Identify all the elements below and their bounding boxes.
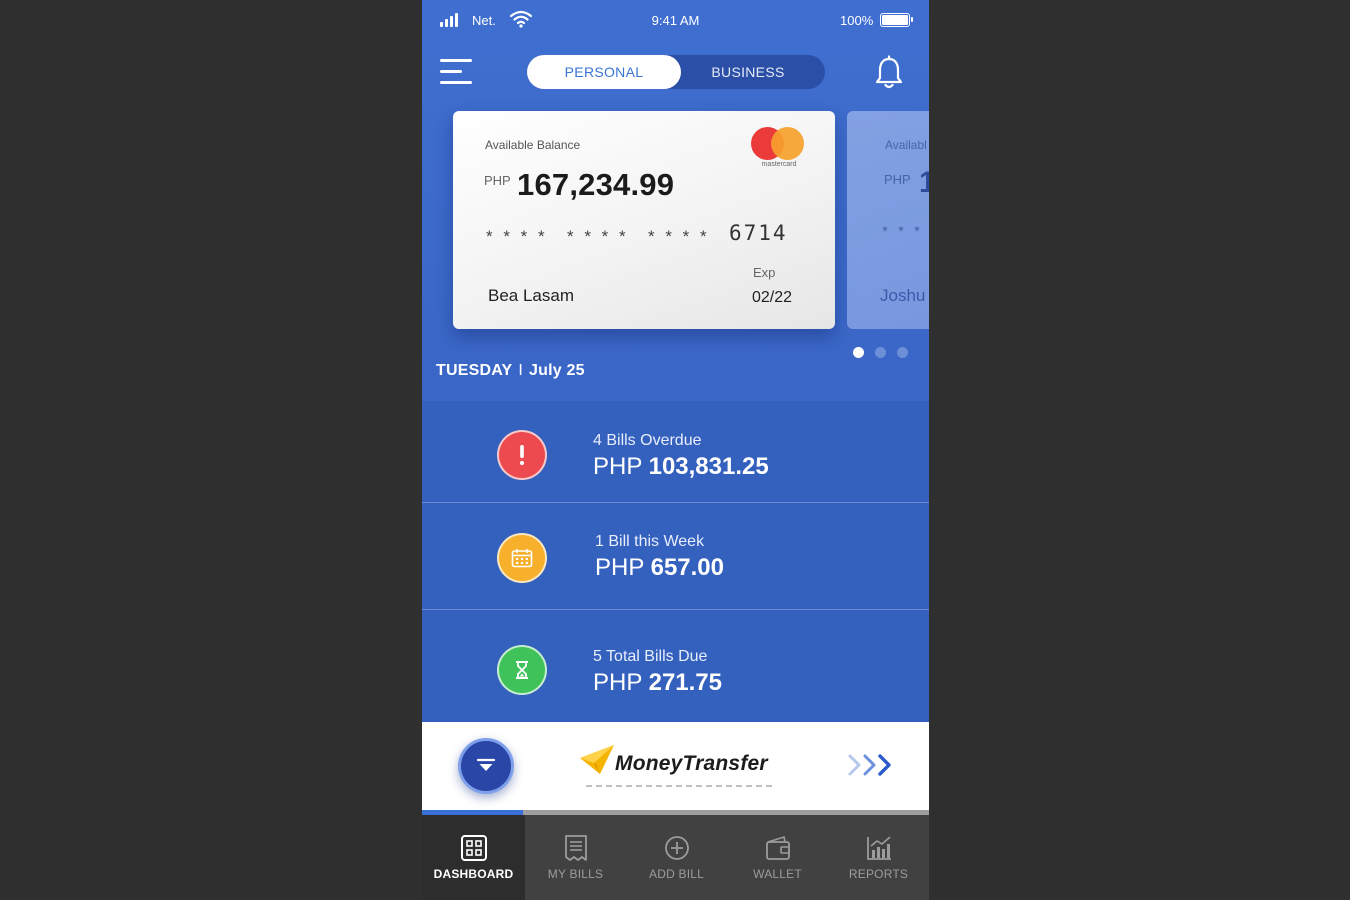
date-day: TUESDAY xyxy=(436,362,513,379)
summary-label: 5 Total Bills Due xyxy=(593,648,708,665)
date-value: July 25 xyxy=(529,362,585,379)
card-balance-label: Available Balance xyxy=(485,138,581,152)
filter-fab-button[interactable] xyxy=(458,738,514,794)
triple-chevron-right-icon[interactable] xyxy=(847,750,899,780)
total-bills-due-row[interactable]: 5 Total Bills Due PHP 271.75 xyxy=(422,610,929,722)
hamburger-menu-icon[interactable] xyxy=(440,59,472,87)
money-transfer-label: MoneyTransfer xyxy=(615,752,768,775)
card-holder-name: Joshu xyxy=(880,286,926,305)
battery-icon xyxy=(880,13,913,27)
status-bar: Net. 9:41 AM 100% xyxy=(422,0,929,40)
bottom-nav: DASHBOARD MY BILLS ADD BILL WALLET REPOR… xyxy=(422,815,929,900)
nav-reports[interactable]: REPORTS xyxy=(828,815,929,900)
battery-percent: 100% xyxy=(840,13,874,28)
money-transfer-logo[interactable]: MoneyTransfer xyxy=(578,744,778,794)
dashed-underline xyxy=(586,785,772,787)
mastercard-logo: mastercard xyxy=(751,127,807,171)
calendar-icon xyxy=(497,533,547,583)
nav-label: WALLET xyxy=(753,867,802,881)
card-balance: 167,234.99 xyxy=(517,167,675,202)
phone-screen: Net. 9:41 AM 100% BUSINESS PERSONAL Avai… xyxy=(422,0,929,900)
nav-my-bills[interactable]: MY BILLS xyxy=(525,815,626,900)
hourglass-icon xyxy=(497,645,547,695)
add-circle-icon xyxy=(664,836,689,860)
pagination-dot[interactable] xyxy=(897,347,908,358)
summary-label: 1 Bill this Week xyxy=(595,533,705,550)
bills-summary: 4 Bills Overdue PHP 103,831.25 1 Bill th… xyxy=(422,401,929,722)
nav-label: REPORTS xyxy=(848,867,909,881)
summary-amount: PHP 271.75 xyxy=(593,669,722,696)
tab-personal[interactable]: PERSONAL xyxy=(527,55,681,89)
card-holder-name: Bea Lasam xyxy=(488,286,574,305)
bills-overdue-row[interactable]: 4 Bills Overdue PHP 103,831.25 xyxy=(422,401,929,502)
nav-dashboard[interactable]: DASHBOARD xyxy=(422,815,525,900)
card-number-mask: * * * * xyxy=(648,227,710,246)
account-type-switch: BUSINESS PERSONAL xyxy=(527,55,825,89)
bills-icon xyxy=(564,835,587,861)
bills-this-week-row[interactable]: 1 Bill this Week PHP 657.00 xyxy=(422,503,929,609)
pagination-dot[interactable] xyxy=(853,347,864,358)
card-pagination xyxy=(853,347,908,358)
pagination-dot[interactable] xyxy=(875,347,886,358)
card-number-mask: * * * * xyxy=(486,227,548,246)
nav-label: MY BILLS xyxy=(547,867,604,881)
exclamation-icon xyxy=(497,430,547,480)
summary-amount: PHP 657.00 xyxy=(595,554,724,581)
nav-wallet[interactable]: WALLET xyxy=(727,815,828,900)
tab-business[interactable]: BUSINESS xyxy=(671,55,825,89)
reports-icon xyxy=(866,836,891,860)
money-transfer-banner: MoneyTransfer xyxy=(422,722,929,810)
dashboard-icon xyxy=(460,835,487,861)
card-number-mask: * * * * xyxy=(567,227,629,246)
card-currency: PHP xyxy=(484,173,511,188)
wallet-icon xyxy=(765,835,790,860)
card-number-mask: * * * * xyxy=(882,223,929,240)
card-currency: PHP xyxy=(884,172,911,187)
card-exp-date: 02/22 xyxy=(752,289,793,306)
nav-label: DASHBOARD xyxy=(433,867,514,881)
nav-label: ADD BILL xyxy=(649,867,704,881)
credit-card-next[interactable]: Availabl PHP 1 * * * * Joshu xyxy=(847,111,929,329)
card-exp-label: Exp xyxy=(753,265,776,280)
nav-add-bill[interactable]: ADD BILL xyxy=(626,815,727,900)
credit-card[interactable]: Available Balance PHP 167,234.99 * * * *… xyxy=(453,111,835,329)
current-date: TUESDAY I July 25 xyxy=(436,362,585,380)
summary-amount: PHP 103,831.25 xyxy=(593,453,769,480)
card-last-four: 6714 xyxy=(729,221,788,245)
date-separator: I xyxy=(518,362,524,379)
card-balance-label: Availabl xyxy=(885,138,927,152)
summary-label: 4 Bills Overdue xyxy=(593,432,702,449)
card-balance: 1 xyxy=(919,166,929,199)
bell-icon[interactable] xyxy=(872,55,906,91)
paper-plane-icon xyxy=(580,745,614,774)
